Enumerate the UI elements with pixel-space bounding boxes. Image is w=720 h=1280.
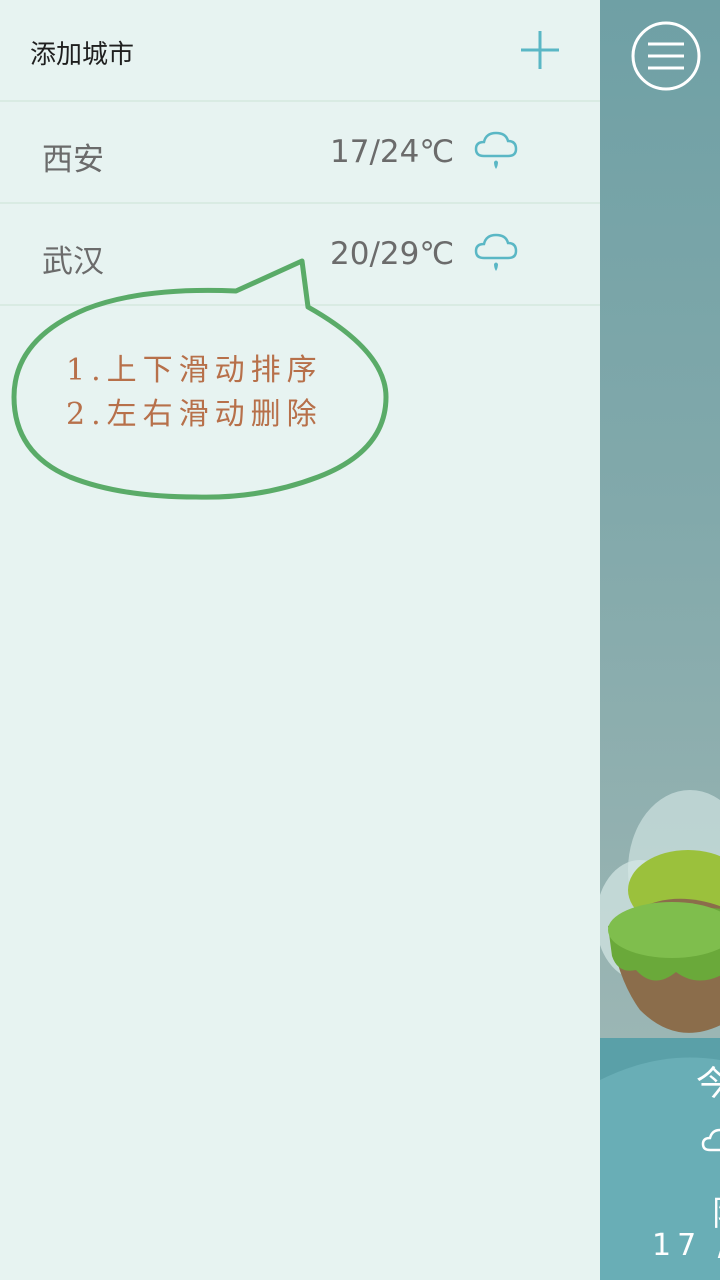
city-name: 西安 xyxy=(42,142,104,178)
tip-bubble: 1.上下滑动排序 2.左右滑动删除 xyxy=(10,255,394,505)
today-label: 今 xyxy=(696,1064,720,1104)
tip-line-sort: 1.上下滑动排序 xyxy=(66,353,323,388)
main-weather-panel: 今 阵 17 / xyxy=(600,0,720,1280)
rain-cloud-icon xyxy=(474,233,518,271)
temp-range: 17 / xyxy=(652,1228,720,1263)
tip-line-delete: 2.左右滑动删除 xyxy=(66,397,323,432)
city-row-xian[interactable]: 西安 17/24℃ xyxy=(0,102,600,204)
city-temp: 17/24℃ xyxy=(330,134,455,170)
rain-cloud-icon xyxy=(474,131,518,169)
menu-button[interactable] xyxy=(630,20,702,92)
add-city-button[interactable] xyxy=(516,26,564,74)
floating-island-illustration xyxy=(600,790,720,1280)
city-drawer: 添加城市 西安 17/24℃ 武汉 20/29℃ 1.上下滑动排序 2.左右滑动… xyxy=(0,0,600,1280)
drawer-title: 添加城市 xyxy=(30,40,135,70)
rain-cloud-icon xyxy=(701,1128,720,1152)
plus-icon xyxy=(521,31,559,69)
hamburger-menu-icon xyxy=(631,21,701,91)
drawer-header: 添加城市 xyxy=(0,0,600,102)
